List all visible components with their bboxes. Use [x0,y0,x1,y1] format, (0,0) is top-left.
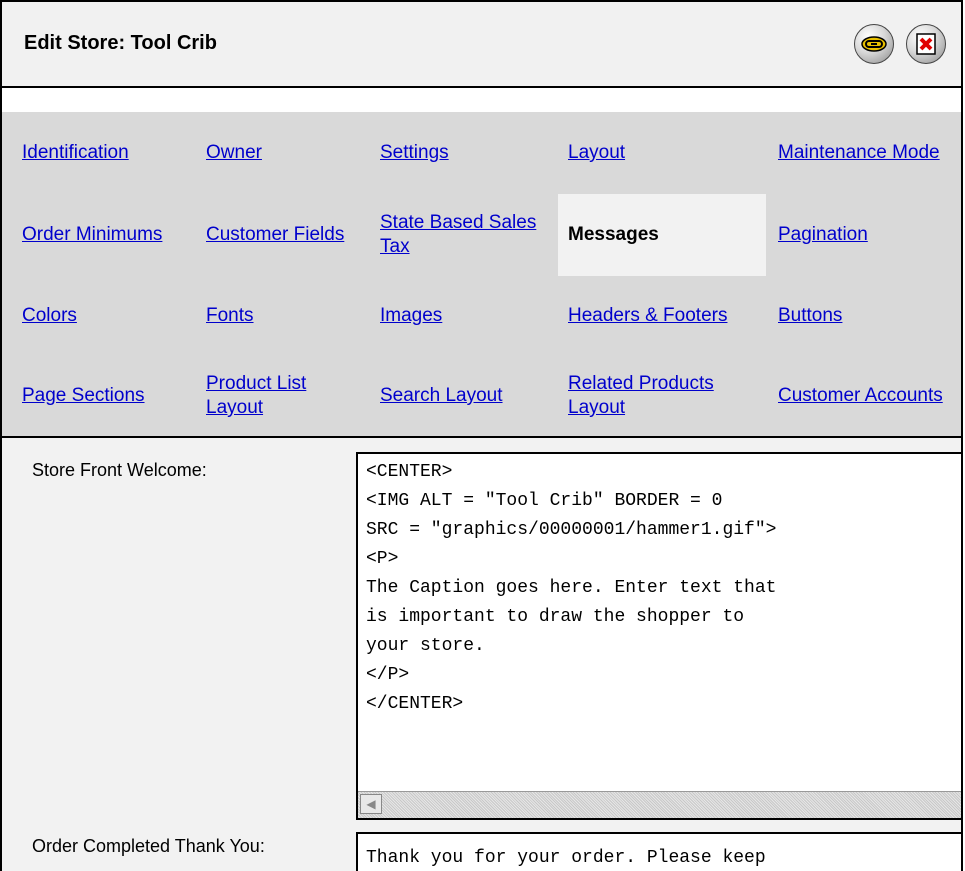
tab-customer-accounts[interactable]: Customer Accounts [758,356,961,436]
scroll-left-arrow-icon[interactable]: ◀ [360,794,382,814]
order-completed-thank-you-text: Thank you for your order. Please keep [366,848,766,868]
tab-fonts[interactable]: Fonts [186,276,362,356]
header-spacer [2,88,961,112]
tab-headers-footers[interactable]: Headers & Footers [548,276,758,356]
tab-settings[interactable]: Settings [360,112,556,194]
tab-product-list-layout[interactable]: Product List Layout [186,356,362,436]
tab-maintenance-mode[interactable]: Maintenance Mode [758,112,961,194]
order-completed-thank-you-textarea[interactable]: Thank you for your order. Please keep [356,832,961,871]
settings-tab-grid: Identification Owner Settings Layout Mai… [2,112,961,438]
tab-messages[interactable]: Messages [558,194,766,276]
tab-colors[interactable]: Colors [2,276,192,356]
close-window-icon[interactable] [906,24,946,64]
store-front-welcome-textarea[interactable]: <CENTER> <IMG ALT = "Tool Crib" BORDER =… [356,452,961,820]
tab-identification[interactable]: Identification [2,112,192,194]
tab-customer-fields[interactable]: Customer Fields [186,194,362,276]
tab-state-based-sales-tax[interactable]: State Based Sales Tax [360,194,556,276]
tab-related-products-layout[interactable]: Related Products Layout [548,356,758,436]
order-completed-thank-you-label: Order Completed Thank You: [32,836,265,856]
messages-form: Store Front Welcome: <CENTER> <IMG ALT =… [2,438,961,871]
tab-page-sections[interactable]: Page Sections [2,356,192,436]
tab-buttons[interactable]: Buttons [758,276,961,356]
tab-order-minimums[interactable]: Order Minimums [2,194,192,276]
store-front-welcome-text: <CENTER> <IMG ALT = "Tool Crib" BORDER =… [366,462,777,714]
chain-link-icon[interactable] [854,24,894,64]
tab-pagination[interactable]: Pagination [758,194,961,276]
tab-images[interactable]: Images [360,276,556,356]
tab-layout[interactable]: Layout [548,112,758,194]
tab-owner[interactable]: Owner [186,112,362,194]
window-header: Edit Store: Tool Crib [2,2,961,88]
edit-store-window: Edit Store: Tool Crib Identification Own… [0,0,963,871]
horizontal-scrollbar[interactable]: ◀ [358,791,961,818]
store-front-welcome-label: Store Front Welcome: [32,460,207,480]
page-title: Edit Store: Tool Crib [24,32,217,54]
tab-search-layout[interactable]: Search Layout [360,356,556,436]
